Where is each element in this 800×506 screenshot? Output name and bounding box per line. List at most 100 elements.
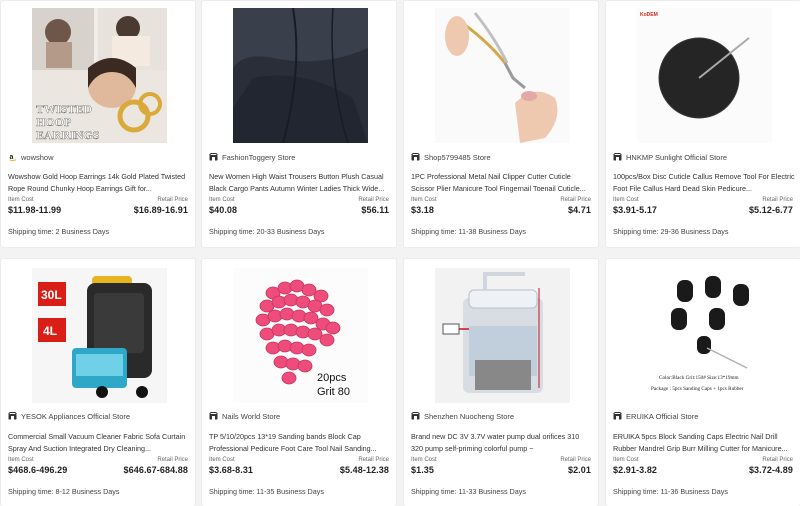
store-name-row[interactable]: Nails World Store xyxy=(209,410,280,422)
sanding-cap-shape xyxy=(273,355,289,369)
product-title[interactable]: ERUIKA 5pcs Block Sanding Caps Electric … xyxy=(613,431,795,454)
product-card[interactable]: FashionToggery Store New Women High Wais… xyxy=(201,0,397,248)
sanding-cap-shape xyxy=(283,323,299,337)
store-name[interactable]: ERUIKA Official Store xyxy=(626,412,698,421)
retail-price-value: $16.89-16.91 xyxy=(133,205,188,215)
product-card[interactable]: Shenzhen Nuocheng Store Brand new DC 3V … xyxy=(403,258,599,506)
product-image[interactable] xyxy=(233,8,368,143)
product-card[interactable]: Color:Black Grit:150# Size:13*19mm Packa… xyxy=(605,258,800,506)
product-image[interactable] xyxy=(435,268,570,403)
image-caption: 4L xyxy=(43,324,57,338)
sanding-cap-shape xyxy=(283,293,299,307)
amazon-icon: a xyxy=(8,153,17,161)
store-name-row[interactable]: ERUIKA Official Store xyxy=(613,410,698,422)
sanding-cap-shape xyxy=(285,357,301,371)
item-cost-value: $3.91-5.17 xyxy=(613,205,658,215)
retail-price-value: $56.11 xyxy=(361,205,389,215)
shipping-time: Shipping time: 8-12 Business Days xyxy=(8,487,120,496)
product-title[interactable]: 100pcs/Box Disc Cuticle Callus Remove To… xyxy=(613,171,795,194)
product-card[interactable]: 20pcs Grit 80 Nails World Store TP 5/10/… xyxy=(201,258,397,506)
store-icon xyxy=(8,412,17,420)
product-image[interactable]: KoDEM xyxy=(637,8,772,143)
retail-price-label: Retail Price xyxy=(560,197,591,203)
store-name-row[interactable]: YESOK Appliances Official Store xyxy=(8,410,130,422)
retail-price-value: $5.48-12.38 xyxy=(339,465,389,475)
sanding-cap-shape xyxy=(279,307,295,321)
shipping-time: Shipping time: 11-38 Business Days xyxy=(411,227,526,236)
product-title[interactable]: TP 5/10/20pcs 13*19 Sanding bands Block … xyxy=(209,431,391,454)
store-name[interactable]: Shenzhen Nuocheng Store xyxy=(424,412,514,421)
sanding-cap-shape xyxy=(281,371,297,385)
sanding-cap-shape xyxy=(295,325,311,339)
sanding-cap-shape xyxy=(277,339,293,353)
product-image[interactable]: Color:Black Grit:150# Size:13*19mm Packa… xyxy=(637,268,772,403)
item-cost-value: $3.18 xyxy=(411,205,435,215)
retail-price-label: Retail Price xyxy=(157,457,188,463)
store-name-row[interactable]: HNKMP Sunlight Official Store xyxy=(613,151,727,163)
item-cost-value: $11.98-11.99 xyxy=(8,205,62,215)
shipping-time: Shipping time: 11-36 Business Days xyxy=(613,487,728,496)
product-title[interactable]: Brand new DC 3V 3.7V water pump dual ori… xyxy=(411,431,593,454)
image-caption: Color:Black Grit:150# Size:13*19mm xyxy=(659,375,739,381)
shipping-time: Shipping time: 20-33 Business Days xyxy=(209,227,325,236)
retail-price-value: $646.67-684.88 xyxy=(123,465,188,475)
product-title[interactable]: 1PC Professional Metal Nail Clipper Cutt… xyxy=(411,171,593,194)
store-name-row[interactable]: Shop5799485 Store xyxy=(411,151,491,163)
store-icon xyxy=(209,153,218,161)
product-image[interactable]: TWISTED HOOP EARRINGS xyxy=(32,8,167,143)
shipping-time: Shipping time: 11-35 Business Days xyxy=(209,487,324,496)
shipping-time: Shipping time: 11-33 Business Days xyxy=(411,487,526,496)
product-grid: TWISTED HOOP EARRINGS a wowshow Wowshow … xyxy=(0,0,800,506)
sanding-cap-shape xyxy=(291,309,307,323)
product-card[interactable]: KoDEM HNKMP Sunlight Official Store 100p… xyxy=(605,0,800,248)
retail-price-value: $2.01 xyxy=(567,465,591,475)
sanding-cap-shape xyxy=(319,303,335,317)
image-caption: TWISTED xyxy=(36,102,92,116)
retail-price-value: $4.71 xyxy=(567,205,591,215)
store-name-row[interactable]: Shenzhen Nuocheng Store xyxy=(411,410,514,422)
product-card[interactable]: Shop5799485 Store 1PC Professional Metal… xyxy=(403,0,599,248)
product-card[interactable]: 30L 4L YESOK Appliances Official Store C… xyxy=(0,258,196,506)
image-caption: HOOP xyxy=(36,115,71,129)
product-card[interactable]: TWISTED HOOP EARRINGS a wowshow Wowshow … xyxy=(0,0,196,248)
sanding-cap-shape xyxy=(277,281,293,295)
item-cost-label: Item Cost xyxy=(613,197,639,203)
store-name[interactable]: HNKMP Sunlight Official Store xyxy=(626,153,727,162)
product-title[interactable]: Commercial Small Vacuum Cleaner Fabric S… xyxy=(8,431,190,454)
item-cost-label: Item Cost xyxy=(209,457,235,463)
store-name-row[interactable]: a wowshow xyxy=(8,151,54,163)
sanding-cap-shape xyxy=(301,343,317,357)
sanding-cap-shape xyxy=(325,321,341,335)
store-name[interactable]: Shop5799485 Store xyxy=(424,153,491,162)
retail-price-value: $3.72-4.89 xyxy=(748,465,793,475)
product-image[interactable] xyxy=(435,8,570,143)
product-title[interactable]: Wowshow Gold Hoop Earrings 14k Gold Plat… xyxy=(8,171,190,194)
product-image[interactable]: 30L 4L xyxy=(32,268,167,403)
store-name[interactable]: YESOK Appliances Official Store xyxy=(21,412,130,421)
sanding-cap-shape xyxy=(267,309,283,323)
item-cost-label: Item Cost xyxy=(8,197,34,203)
item-cost-value: $3.68-8.31 xyxy=(209,465,254,475)
item-cost-label: Item Cost xyxy=(613,457,639,463)
product-title[interactable]: New Women High Waist Trousers Button Plu… xyxy=(209,171,391,194)
sanding-cap-shape xyxy=(319,333,335,347)
store-name[interactable]: Nails World Store xyxy=(222,412,280,421)
store-name[interactable]: FashionToggery Store xyxy=(222,153,295,162)
sanding-cap-shape xyxy=(271,295,287,309)
item-cost-value: $468.6-496.29 xyxy=(8,465,68,475)
store-name-row[interactable]: FashionToggery Store xyxy=(209,151,295,163)
product-image[interactable]: 20pcs Grit 80 xyxy=(233,268,368,403)
item-cost-value: $2.91-3.82 xyxy=(613,465,658,475)
store-name[interactable]: wowshow xyxy=(21,153,54,162)
item-cost-label: Item Cost xyxy=(209,197,235,203)
image-caption: 30L xyxy=(41,288,62,302)
retail-price-label: Retail Price xyxy=(358,197,389,203)
shipping-time: Shipping time: 2 Business Days xyxy=(8,227,110,236)
store-icon xyxy=(411,412,420,420)
retail-price-label: Retail Price xyxy=(358,457,389,463)
retail-price-label: Retail Price xyxy=(157,197,188,203)
sanding-cap-shape xyxy=(265,341,281,355)
image-caption: EARRINGS xyxy=(36,128,100,142)
image-caption: Grit 80 xyxy=(317,386,350,398)
sanding-cap-shape xyxy=(297,359,313,373)
